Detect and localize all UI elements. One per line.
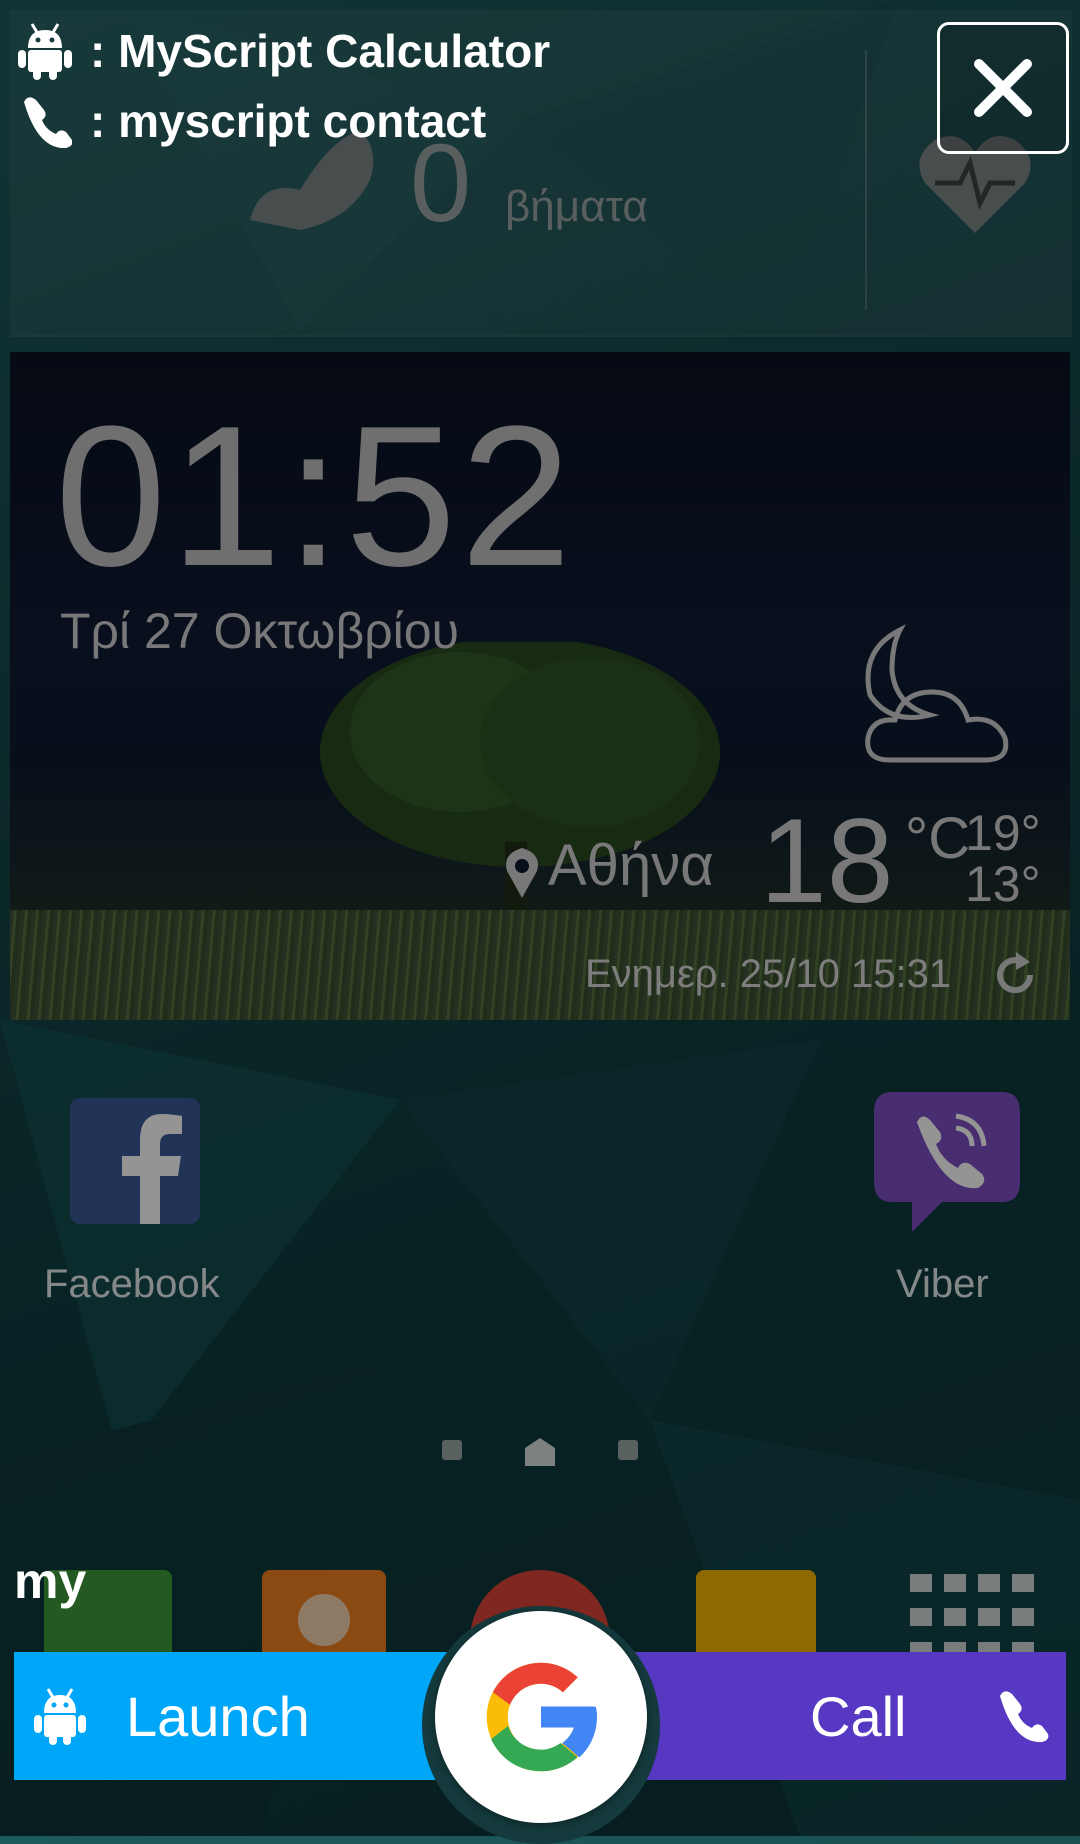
viber-icon bbox=[874, 1092, 1020, 1232]
weather-updated: Ενημερ. 25/10 15:31 bbox=[585, 952, 952, 996]
viber-app[interactable] bbox=[872, 1082, 1022, 1245]
phone-icon bbox=[24, 97, 72, 148]
refresh-icon[interactable] bbox=[990, 950, 1040, 1000]
divider bbox=[865, 50, 867, 310]
clock-time: 01:52 bbox=[55, 385, 576, 608]
close-icon bbox=[974, 59, 1032, 117]
suggestion-contact[interactable]: : myscript contact bbox=[18, 94, 486, 148]
moon-cloud-icon bbox=[865, 624, 1009, 763]
google-g-icon bbox=[486, 1662, 599, 1772]
clock-date: Τρί 27 Οκτωβρίου bbox=[60, 603, 459, 659]
launch-button[interactable]: Launch bbox=[14, 1652, 454, 1780]
call-button[interactable]: Call bbox=[626, 1652, 1066, 1780]
weather-temp: 18 bbox=[760, 794, 894, 928]
weather-high: 19° bbox=[965, 805, 1041, 861]
clock-weather-widget[interactable]: 01:52 Τρί 27 Οκτωβρίου Αθήνα 18 °C 19° 1… bbox=[10, 352, 1070, 1020]
android-icon bbox=[18, 23, 72, 80]
call-label: Call bbox=[810, 1684, 907, 1748]
weather-unit: °C bbox=[905, 806, 971, 871]
weather-city: Αθήνα bbox=[548, 833, 714, 898]
launch-label: Launch bbox=[126, 1684, 310, 1748]
viber-label: Viber bbox=[896, 1262, 989, 1306]
suggestion-app[interactable]: : MyScript Calculator bbox=[18, 22, 550, 80]
page-indicator bbox=[442, 1438, 638, 1466]
facebook-icon bbox=[70, 1098, 200, 1224]
android-icon bbox=[34, 1688, 86, 1745]
suggestion-contact-label: : myscript contact bbox=[90, 95, 487, 147]
google-search-button[interactable] bbox=[435, 1611, 647, 1823]
weather-low: 13° bbox=[965, 856, 1041, 912]
close-button[interactable] bbox=[937, 22, 1069, 154]
phone-icon bbox=[1000, 1691, 1049, 1743]
location-pin-icon bbox=[506, 848, 538, 898]
search-query-text: my bbox=[14, 1553, 87, 1609]
facebook-app[interactable] bbox=[70, 1098, 200, 1229]
steps-label: βήματα bbox=[505, 182, 648, 231]
facebook-label: Facebook bbox=[44, 1262, 220, 1306]
suggestion-app-label: : MyScript Calculator bbox=[90, 25, 551, 77]
